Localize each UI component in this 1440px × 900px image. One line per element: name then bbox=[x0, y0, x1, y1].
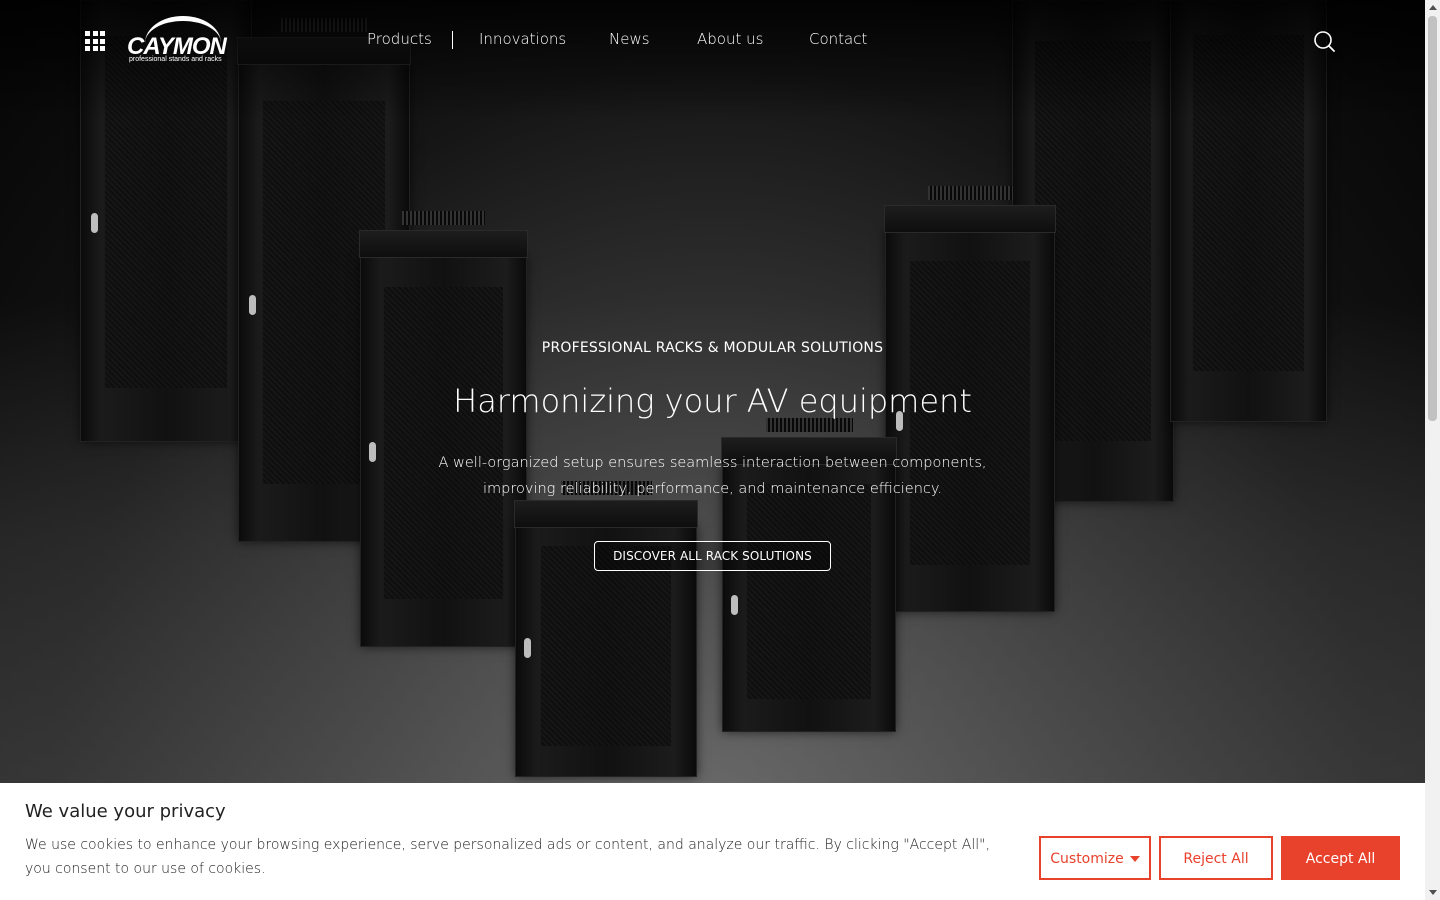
customize-button[interactable]: Customize bbox=[1039, 836, 1151, 880]
scroll-down-icon[interactable] bbox=[1429, 890, 1437, 895]
reject-all-button[interactable]: Reject All bbox=[1159, 836, 1273, 880]
search-icon[interactable] bbox=[1313, 30, 1335, 52]
cookie-title: We value your privacy bbox=[25, 801, 226, 822]
discover-rack-solutions-button[interactable]: DISCOVER ALL RACK SOLUTIONS bbox=[594, 541, 831, 571]
hero-subtext: A well-organized setup ensures seamless … bbox=[0, 450, 1425, 502]
page-scrollbar[interactable] bbox=[1425, 0, 1440, 900]
cookie-banner: We value your privacy We use cookies to … bbox=[0, 783, 1425, 900]
cookie-message: We use cookies to enhance your browsing … bbox=[25, 837, 991, 877]
nav-about-us[interactable]: About us bbox=[697, 30, 763, 48]
customize-label: Customize bbox=[1050, 851, 1124, 867]
nav-products[interactable]: Products bbox=[367, 30, 432, 48]
nav-innovations[interactable]: Innovations bbox=[479, 30, 566, 48]
rack-image bbox=[884, 186, 1056, 612]
caymon-logo[interactable]: CAYMON professional stands and racks bbox=[127, 16, 227, 66]
scroll-up-icon[interactable] bbox=[1429, 5, 1437, 10]
nav-contact[interactable]: Contact bbox=[809, 30, 867, 48]
caret-down-icon bbox=[1129, 856, 1140, 862]
accept-all-button[interactable]: Accept All bbox=[1281, 836, 1400, 880]
hero-subtext-line: improving reliability, performance, and … bbox=[483, 481, 942, 497]
grid-menu-icon[interactable] bbox=[85, 31, 105, 51]
rack-image bbox=[721, 418, 897, 732]
hero-headline: Harmonizing your AV equipment bbox=[453, 382, 972, 420]
logo-tagline: professional stands and racks bbox=[129, 56, 222, 63]
nav-divider bbox=[452, 31, 453, 49]
nav-news[interactable]: News bbox=[609, 30, 650, 48]
hero-eyebrow: PROFESSIONAL RACKS & MODULAR SOLUTIONS bbox=[541, 340, 884, 356]
scrollbar-thumb[interactable] bbox=[1428, 16, 1437, 421]
hero-subtext-line: A well-organized setup ensures seamless … bbox=[438, 455, 987, 471]
